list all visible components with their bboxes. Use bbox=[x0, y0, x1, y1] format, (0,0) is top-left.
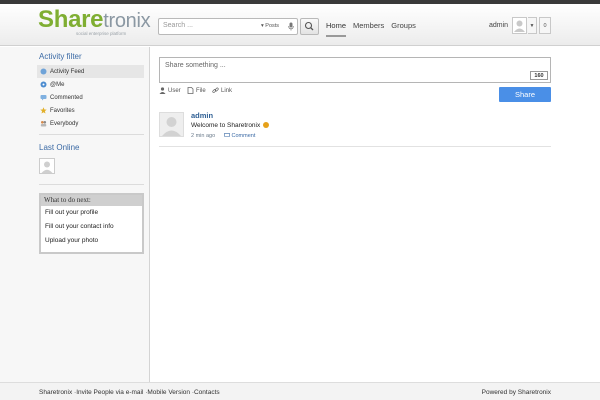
post-comment-link[interactable]: Comment bbox=[224, 133, 255, 139]
filter-item-favorites[interactable]: Favorites bbox=[37, 104, 144, 117]
user-avatar[interactable] bbox=[512, 17, 527, 34]
todo-item-profile[interactable]: Fill out your profile bbox=[41, 206, 142, 220]
search-button[interactable] bbox=[300, 18, 319, 35]
microphone-icon[interactable] bbox=[288, 22, 294, 31]
logo-brand-suffix: tronix bbox=[103, 10, 151, 32]
search-input[interactable]: Search ... bbox=[163, 22, 193, 29]
post-timestamp[interactable]: 2 min ago bbox=[191, 133, 215, 139]
character-counter: 160 bbox=[530, 71, 548, 80]
avatar-icon bbox=[162, 117, 181, 136]
filter-item-activity-feed[interactable]: Activity Feed bbox=[37, 65, 144, 78]
search-scope-dropdown[interactable]: ▾ Posts bbox=[261, 23, 279, 29]
people-icon bbox=[40, 121, 47, 127]
star-icon bbox=[40, 107, 47, 114]
filter-label: Favorites bbox=[50, 107, 75, 114]
feed-post: admin Welcome to Sharetronix 2 min ago C… bbox=[159, 109, 551, 147]
notifications-counter[interactable]: 0 bbox=[539, 17, 551, 34]
footer: Sharetronix ·Invite People via e-mail ·M… bbox=[0, 382, 600, 400]
post-avatar[interactable] bbox=[159, 112, 184, 137]
attach-user-button[interactable]: User bbox=[159, 87, 181, 94]
user-icon bbox=[159, 87, 166, 94]
filter-label: @Me bbox=[50, 81, 65, 88]
nav-members[interactable]: Members bbox=[353, 21, 384, 37]
link-icon bbox=[212, 87, 219, 93]
attach-link-button[interactable]: Link bbox=[212, 87, 232, 94]
attach-label: Link bbox=[221, 87, 233, 94]
online-user-avatar[interactable] bbox=[39, 158, 55, 174]
filter-label: Everybody bbox=[50, 120, 79, 127]
user-menu-chevron-icon[interactable]: ▼ bbox=[528, 17, 537, 34]
share-textarea[interactable]: Share something ... 160 bbox=[159, 57, 551, 83]
filter-item-commented[interactable]: Commented bbox=[37, 91, 144, 104]
todo-item-contact-info[interactable]: Fill out your contact info bbox=[41, 220, 142, 234]
todo-item-upload-photo[interactable]: Upload your photo bbox=[41, 234, 142, 248]
logo-brand-prefix: Share bbox=[38, 6, 104, 33]
activity-filter-title: Activity filter bbox=[39, 52, 82, 61]
attach-label: File bbox=[196, 87, 206, 94]
attach-label: User bbox=[168, 87, 181, 94]
comment-label: Comment bbox=[231, 133, 256, 139]
filter-label: Activity Feed bbox=[50, 68, 85, 75]
header: Sharetronix social enterprise platform S… bbox=[0, 4, 600, 46]
share-placeholder: Share something ... bbox=[165, 62, 226, 69]
footer-links[interactable]: Sharetronix ·Invite People via e-mail ·M… bbox=[39, 389, 220, 396]
main-nav: Home Members Groups bbox=[326, 21, 416, 37]
share-button[interactable]: Share bbox=[499, 87, 551, 102]
activity-filter-list: Activity Feed @Me Commented Favorites Ev… bbox=[37, 65, 144, 130]
at-icon bbox=[40, 81, 47, 88]
post-text: Welcome to Sharetronix bbox=[191, 122, 261, 129]
todo-title: What to do next: bbox=[41, 195, 142, 206]
todo-box: What to do next: Fill out your profile F… bbox=[39, 193, 144, 254]
filter-label: Commented bbox=[50, 94, 83, 101]
smiley-icon bbox=[263, 122, 270, 128]
filter-item-me[interactable]: @Me bbox=[37, 78, 144, 91]
avatar-icon bbox=[514, 20, 525, 32]
sidebar: Activity filter Activity Feed @Me Commen… bbox=[0, 47, 150, 382]
nav-home[interactable]: Home bbox=[326, 21, 347, 37]
comment-icon bbox=[40, 95, 47, 101]
comment-icon bbox=[224, 133, 231, 137]
post-author[interactable]: admin bbox=[191, 111, 213, 120]
post-text-wrap: Welcome to Sharetronix bbox=[191, 122, 270, 129]
divider bbox=[39, 184, 144, 185]
filter-item-everybody[interactable]: Everybody bbox=[37, 117, 144, 130]
divider bbox=[39, 134, 144, 135]
search-scope-label: Posts bbox=[265, 23, 280, 29]
avatar-icon bbox=[41, 161, 53, 173]
last-online-title: Last Online bbox=[39, 143, 80, 152]
search-icon bbox=[304, 21, 314, 31]
nav-groups[interactable]: Groups bbox=[391, 21, 416, 37]
footer-powered-by[interactable]: Powered by Sharetronix bbox=[482, 389, 551, 396]
logo[interactable]: Sharetronix social enterprise platform bbox=[38, 6, 151, 39]
user-name[interactable]: admin bbox=[489, 22, 508, 29]
feed-icon bbox=[40, 68, 47, 75]
attach-file-button[interactable]: File bbox=[187, 87, 206, 94]
file-icon bbox=[187, 87, 194, 94]
search-box[interactable]: Search ... ▾ Posts bbox=[158, 18, 298, 35]
